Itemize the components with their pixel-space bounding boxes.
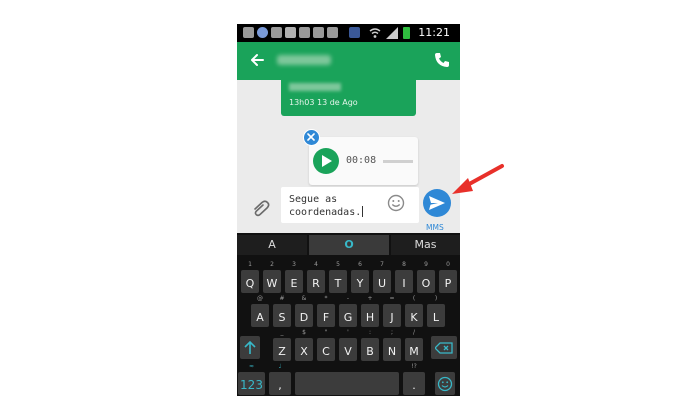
message-bubble[interactable]: 13h03 13 de Ago [281,80,416,116]
blurred-contact-name [277,55,331,65]
app-bar [237,42,460,80]
smiley-icon [437,376,453,392]
remove-attachment-button[interactable] [303,129,320,146]
key-c[interactable]: " C [317,329,335,361]
send-button[interactable] [423,189,451,217]
image-icon [327,27,338,38]
key-h[interactable]: + H [361,295,379,327]
backspace-icon [435,342,453,354]
key-m[interactable]: / M [405,329,423,361]
key-f[interactable]: * F [317,295,335,327]
emoji-key[interactable] [435,372,455,395]
suggestion-middle[interactable]: O [309,235,389,255]
keyboard: A O Mas 1Q 2W 3E 4R 5T 6Y 7U 8I 9O 0P @ A… [237,233,460,396]
key-b[interactable]: :B [361,329,379,361]
key-p[interactable]: 0P [439,261,457,293]
plus-notification-icon [243,27,254,38]
text-cursor [362,206,364,217]
play-icon [322,155,332,167]
comma-key[interactable]: ♩ , [269,363,291,395]
swipe-logo-icon: ≈ [248,363,255,370]
blurred-message-text [289,83,341,91]
send-icon [429,196,445,210]
suggestion-right[interactable]: Mas [391,235,460,255]
key-v[interactable]: ' V [339,329,357,361]
key-w[interactable]: 2W [263,261,281,293]
key-n[interactable]: ; N [383,329,401,361]
message-input-text: Segue as coordenadas. [289,194,364,218]
period-alt: !? [411,363,417,370]
close-icon [307,133,315,141]
key-x[interactable]: $ X [295,329,313,361]
key-u[interactable]: 7U [373,261,391,293]
shift-key[interactable] [240,336,260,359]
audio-duration: 00:08 [346,155,377,166]
key-o[interactable]: 9O [417,261,435,293]
attach-clip-icon[interactable] [251,199,271,217]
wifi-icon [369,28,381,38]
key-s[interactable]: # S [273,295,291,327]
key-j[interactable]: = J [383,295,401,327]
key-q[interactable]: 1Q [241,261,259,293]
facebook-icon [349,27,360,38]
key-l[interactable]: ) L [427,295,445,327]
play-audio-button[interactable] [313,148,339,174]
key-e[interactable]: 3E [285,261,303,293]
red-arrow-annotation [452,164,504,194]
space-key[interactable] [295,372,399,395]
image-icon [313,27,324,38]
backspace-key[interactable] [431,336,457,359]
image-icon [299,27,310,38]
key-y[interactable]: 6Y [351,261,369,293]
key-z[interactable]: _ Z [273,329,291,361]
shift-arrow-icon [244,341,256,354]
key-r[interactable]: 4R [307,261,325,293]
key-d[interactable]: & D [295,295,313,327]
suggestion-left[interactable]: A [237,235,307,255]
key-a[interactable]: @ A [251,295,269,327]
mail-icon [285,27,296,38]
document-icon [271,27,282,38]
numbers-key[interactable]: ≈ 123 [238,363,265,395]
status-bar: 11:21 [237,24,460,42]
key-k[interactable]: (K [405,295,423,327]
microphone-icon: ♩ [278,363,282,370]
back-arrow-icon[interactable] [247,50,267,70]
key-i[interactable]: 8I [395,261,413,293]
message-timestamp: 13h03 13 de Ago [289,98,358,107]
emoji-icon[interactable] [387,194,405,212]
phone-call-icon[interactable] [433,51,451,69]
mms-label: MMS [426,223,444,232]
clock: 11:21 [418,26,450,39]
messenger-icon [257,27,268,38]
phone-screen: 11:21 13h03 13 de Ago 00:08 Segue as coo… [237,24,460,396]
key-t[interactable]: 5T [329,261,347,293]
signal-icon [386,27,398,39]
period-key[interactable]: !? . [403,363,425,395]
battery-icon [403,27,410,39]
key-g[interactable]: -G [339,295,357,327]
audio-progress-bar[interactable] [383,160,413,163]
